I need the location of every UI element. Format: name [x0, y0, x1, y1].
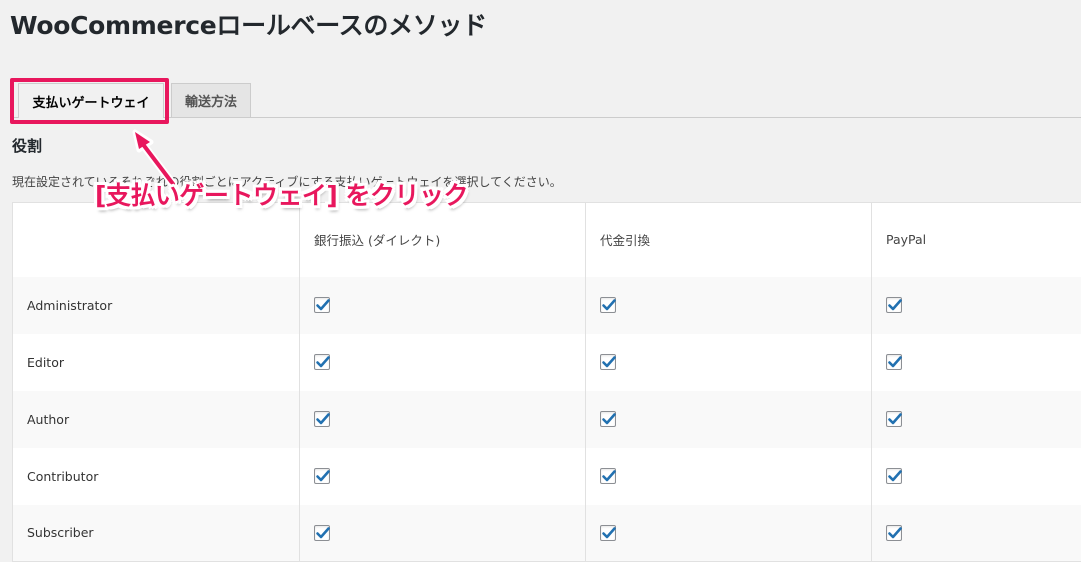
checkbox-paypal[interactable]	[886, 411, 902, 427]
checkmark-icon	[886, 353, 904, 371]
role-name: Administrator	[13, 277, 300, 334]
checkbox-paypal[interactable]	[886, 297, 902, 313]
table-row: Editor	[13, 334, 1081, 391]
table-cell-cod	[586, 505, 872, 562]
table-cell-bank-transfer	[300, 505, 586, 562]
role-name: Subscriber	[13, 505, 300, 562]
checkbox-cod[interactable]	[600, 525, 616, 541]
table-cell-cod	[586, 448, 872, 505]
column-header-bank-transfer: 銀行振込 (ダイレクト)	[300, 203, 586, 277]
role-name: Editor	[13, 334, 300, 391]
checkmark-icon	[600, 296, 618, 314]
table-cell-bank-transfer	[300, 277, 586, 334]
table-cell-paypal	[872, 277, 1081, 334]
table-cell-paypal	[872, 448, 1081, 505]
checkmark-icon	[886, 467, 904, 485]
checkbox-bank-transfer[interactable]	[314, 411, 330, 427]
checkbox-bank-transfer[interactable]	[314, 354, 330, 370]
checkbox-cod[interactable]	[600, 411, 616, 427]
checkbox-paypal[interactable]	[886, 468, 902, 484]
column-header-role	[13, 203, 300, 277]
checkmark-icon	[314, 410, 332, 428]
checkmark-icon	[886, 524, 904, 542]
checkbox-cod[interactable]	[600, 468, 616, 484]
table-cell-bank-transfer	[300, 448, 586, 505]
checkmark-icon	[886, 410, 904, 428]
checkmark-icon	[314, 353, 332, 371]
checkbox-cod[interactable]	[600, 354, 616, 370]
table-row: Administrator	[13, 277, 1081, 334]
annotation-label: [支払いゲートウェイ] をクリック	[95, 176, 468, 212]
checkmark-icon	[600, 353, 618, 371]
page-title: WooCommerceロールベースのメソッド	[10, 6, 487, 42]
tabs-divider	[10, 117, 1081, 118]
table-header-row: 銀行振込 (ダイレクト) 代金引換 PayPal	[13, 203, 1081, 277]
checkbox-paypal[interactable]	[886, 525, 902, 541]
tab-shipping-methods[interactable]: 輸送方法	[171, 83, 251, 117]
table-row: Contributor	[13, 448, 1081, 505]
table-cell-cod	[586, 334, 872, 391]
checkmark-icon	[600, 467, 618, 485]
table-cell-bank-transfer	[300, 334, 586, 391]
checkbox-bank-transfer[interactable]	[314, 525, 330, 541]
checkbox-cod[interactable]	[600, 297, 616, 313]
checkmark-icon	[886, 296, 904, 314]
table-cell-paypal	[872, 334, 1081, 391]
section-heading: 役割	[12, 135, 42, 156]
table-cell-bank-transfer	[300, 391, 586, 448]
role-name: Author	[13, 391, 300, 448]
tab-highlight-box	[10, 78, 169, 124]
table-cell-paypal	[872, 391, 1081, 448]
checkbox-bank-transfer[interactable]	[314, 297, 330, 313]
column-header-paypal: PayPal	[872, 203, 1081, 277]
checkmark-icon	[314, 296, 332, 314]
roles-table: 銀行振込 (ダイレクト) 代金引換 PayPal AdministratorEd…	[12, 202, 1081, 562]
checkmark-icon	[600, 524, 618, 542]
checkmark-icon	[600, 410, 618, 428]
table-cell-paypal	[872, 505, 1081, 562]
column-header-cod: 代金引換	[586, 203, 872, 277]
checkmark-icon	[314, 524, 332, 542]
table-row: Author	[13, 391, 1081, 448]
role-name: Contributor	[13, 448, 300, 505]
checkmark-icon	[314, 467, 332, 485]
checkbox-bank-transfer[interactable]	[314, 468, 330, 484]
table-cell-cod	[586, 277, 872, 334]
table-row: Subscriber	[13, 505, 1081, 562]
checkbox-paypal[interactable]	[886, 354, 902, 370]
table-cell-cod	[586, 391, 872, 448]
